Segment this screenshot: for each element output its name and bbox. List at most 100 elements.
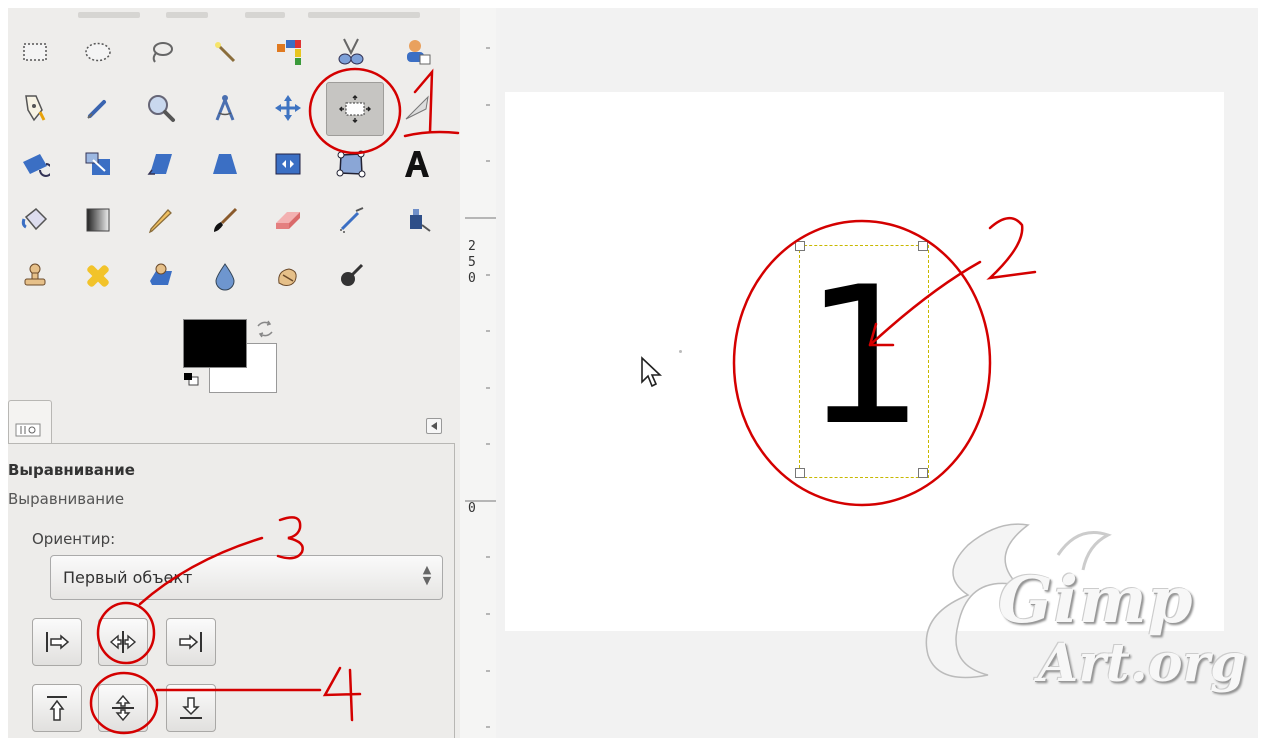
align-left-icon xyxy=(46,632,70,652)
tab-menu-button[interactable] xyxy=(426,418,442,434)
align-top-icon xyxy=(47,696,67,721)
tab-handle[interactable] xyxy=(166,12,208,18)
align-left-edge-button[interactable] xyxy=(32,618,82,666)
paintbrush-tool[interactable] xyxy=(200,196,250,244)
pencil-icon xyxy=(148,209,172,234)
fuzzy-select-tool[interactable] xyxy=(200,28,250,76)
ruler-label: 0 xyxy=(468,501,476,516)
foreground-select-tool[interactable] xyxy=(392,28,442,76)
ruler-label: 0 xyxy=(468,271,476,286)
tool-options-subtitle: Выравнивание xyxy=(8,490,125,508)
ruler-label: 5 xyxy=(468,255,476,270)
scissors-icon xyxy=(338,38,364,65)
smudge-tool[interactable] xyxy=(263,252,313,300)
tool-options-title: Выравнивание xyxy=(8,461,135,479)
select-by-color-icon xyxy=(277,40,301,65)
foreground-color-swatch[interactable] xyxy=(183,319,247,368)
rect-select-tool[interactable] xyxy=(10,28,60,76)
layer-corner-handle[interactable] xyxy=(918,468,928,478)
relative-to-select[interactable]: Первый объект ▲ ▼ xyxy=(50,555,443,600)
align-bottom-icon xyxy=(180,697,202,719)
perspective-clone-tool[interactable] xyxy=(136,252,186,300)
color-picker-tool[interactable] xyxy=(73,84,123,132)
crop-tool[interactable] xyxy=(392,84,442,132)
ellipse-select-tool[interactable] xyxy=(73,28,123,76)
flip-tool[interactable] xyxy=(263,140,313,188)
scissors-select-tool[interactable] xyxy=(326,28,376,76)
ink-pen-icon xyxy=(410,209,431,232)
scale-tool[interactable] xyxy=(73,140,123,188)
rotate-icon xyxy=(23,154,50,177)
paintbrush-icon xyxy=(214,207,238,232)
vertical-ruler[interactable]: 2 5 0 0 xyxy=(460,8,496,738)
perspective-tool[interactable] xyxy=(200,140,250,188)
eraser-tool[interactable] xyxy=(263,196,313,244)
airbrush-tool[interactable] xyxy=(326,196,376,244)
watermark-text-sub: Art.org xyxy=(1038,633,1247,694)
mouse-pointer-icon xyxy=(641,356,663,388)
tab-handle[interactable] xyxy=(245,12,285,18)
tool-options-tabbar xyxy=(8,398,460,444)
tab-handle[interactable] xyxy=(78,12,140,18)
bucket-fill-tool[interactable] xyxy=(10,196,60,244)
bandage-icon xyxy=(87,265,109,287)
shear-icon xyxy=(147,154,172,175)
pencil-tool[interactable] xyxy=(136,196,186,244)
swap-arrows-icon xyxy=(257,320,273,338)
tool-options-tab[interactable] xyxy=(8,400,52,444)
pen-nib-icon xyxy=(25,95,46,122)
align-middle-icon xyxy=(112,694,134,722)
toolbox-tab-strip xyxy=(8,8,460,22)
cage-transform-tool[interactable] xyxy=(326,140,376,188)
blur-sharpen-tool[interactable] xyxy=(200,252,250,300)
perspective-icon xyxy=(213,154,237,174)
align-right-edge-button[interactable] xyxy=(166,618,216,666)
alignment-tool[interactable] xyxy=(326,82,384,136)
alignment-icon xyxy=(339,95,371,123)
smudge-finger-icon xyxy=(278,268,297,286)
airbrush-icon xyxy=(340,207,364,233)
measure-tool[interactable] xyxy=(200,84,250,132)
crop-knife-icon xyxy=(405,95,429,120)
zoom-tool[interactable] xyxy=(136,84,186,132)
heal-tool[interactable] xyxy=(73,252,123,300)
swap-colors-button[interactable] xyxy=(255,320,275,338)
foreground-select-icon xyxy=(407,40,431,65)
clone-tool[interactable] xyxy=(10,252,60,300)
align-middle-button[interactable] xyxy=(98,684,148,732)
align-top-edge-button[interactable] xyxy=(32,684,82,732)
water-drop-icon xyxy=(215,263,235,291)
layer-corner-handle[interactable] xyxy=(918,241,928,251)
toolbox-panel: Выравнивание Выравнивание Ориентир: Перв… xyxy=(8,8,460,738)
layer-corner-handle[interactable] xyxy=(795,241,805,251)
gradient-icon xyxy=(86,208,110,232)
text-tool[interactable] xyxy=(392,140,442,188)
relative-to-value: Первый объект xyxy=(63,568,193,587)
align-center-button[interactable] xyxy=(98,618,148,666)
paths-tool[interactable] xyxy=(10,84,60,132)
layer-corner-handle[interactable] xyxy=(795,468,805,478)
flip-icon xyxy=(275,153,301,175)
perspective-clone-icon xyxy=(150,263,172,285)
move-tool[interactable] xyxy=(263,84,313,132)
screenshot: Выравнивание Выравнивание Ориентир: Перв… xyxy=(0,0,1266,738)
ellipse-select-icon xyxy=(85,42,111,62)
watermark-text-main: Gimp xyxy=(998,563,1194,638)
dodge-burn-tool[interactable] xyxy=(326,252,376,300)
cage-icon xyxy=(336,150,366,178)
rotate-tool[interactable] xyxy=(10,140,60,188)
compass-icon xyxy=(215,95,235,121)
tool-options-panel: Выравнивание Выравнивание Ориентир: Перв… xyxy=(8,443,455,738)
blend-tool[interactable] xyxy=(73,196,123,244)
dodge-burn-icon xyxy=(341,263,364,286)
free-select-tool[interactable] xyxy=(136,28,186,76)
select-by-color-tool[interactable] xyxy=(263,28,313,76)
relative-to-label: Ориентир: xyxy=(32,530,116,548)
align-bottom-edge-button[interactable] xyxy=(166,684,216,732)
shear-tool[interactable] xyxy=(136,140,186,188)
default-colors-button[interactable] xyxy=(183,371,201,386)
tab-handle[interactable] xyxy=(308,12,420,18)
default-colors-icon xyxy=(184,373,199,386)
ink-tool[interactable] xyxy=(392,196,442,244)
ruler-label: 2 xyxy=(468,239,476,254)
